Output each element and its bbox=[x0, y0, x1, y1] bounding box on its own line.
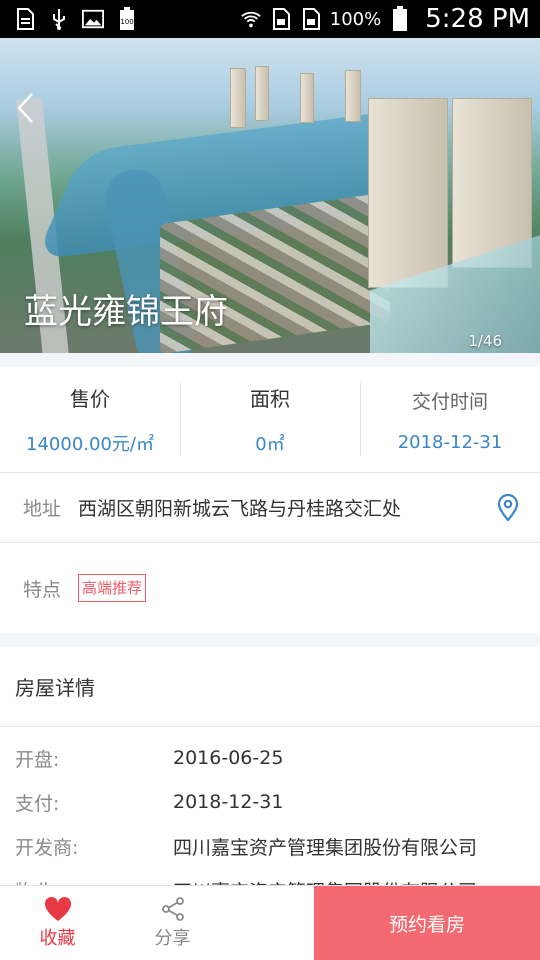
features-label: 特点 bbox=[23, 578, 62, 601]
image-icon bbox=[82, 8, 104, 30]
sim-icon bbox=[270, 8, 292, 30]
share-button[interactable]: 分享 bbox=[115, 886, 230, 960]
detail-row: 支付: 2018-12-31 bbox=[0, 780, 540, 824]
battery-level-text: 100 bbox=[120, 18, 133, 26]
detail-label: 开发商: bbox=[15, 836, 79, 859]
battery-percentage: 100% bbox=[329, 8, 382, 30]
status-bar: 100 100% 5:28 PM bbox=[0, 0, 540, 38]
sim-icon bbox=[300, 8, 322, 30]
key-stats: 售价 14000.00元/㎡ 面积 0㎡ 交付时间 2018-12-31 bbox=[0, 367, 540, 473]
chevron-left-icon bbox=[17, 93, 33, 123]
stat-value: 14000.00元/㎡ bbox=[26, 434, 154, 455]
address-value: 西湖区朝阳新城云飞路与丹桂路交汇处 bbox=[78, 498, 402, 520]
sim-card-icon bbox=[14, 8, 36, 30]
usb-icon bbox=[48, 8, 70, 30]
stat-label: 交付时间 bbox=[411, 390, 488, 413]
favorite-button[interactable]: 收藏 bbox=[0, 886, 115, 960]
detail-label: 支付: bbox=[15, 792, 60, 815]
detail-row: 开发商: 四川嘉宝资产管理集团股份有限公司 bbox=[0, 824, 540, 868]
hero-highrise bbox=[368, 98, 448, 288]
address-row[interactable]: 地址 西湖区朝阳新城云飞路与丹桂路交汇处 bbox=[0, 473, 540, 543]
stat-delivery-date: 交付时间 2018-12-31 bbox=[360, 367, 540, 472]
hero-tower bbox=[300, 73, 314, 123]
address-label: 地址 bbox=[23, 498, 62, 520]
section-divider bbox=[0, 353, 540, 367]
property-hero-image[interactable]: 蓝光雍锦王府 1/46 bbox=[0, 38, 540, 353]
details-title: 房屋详情 bbox=[0, 647, 540, 727]
detail-value: 2018-12-31 bbox=[173, 791, 284, 813]
location-pin-icon[interactable] bbox=[488, 488, 528, 528]
back-button[interactable] bbox=[10, 88, 40, 128]
battery-icon: 100 bbox=[116, 7, 138, 30]
image-counter: 1/46 bbox=[468, 332, 502, 350]
favorite-label: 收藏 bbox=[39, 928, 76, 949]
property-title: 蓝光雍锦王府 bbox=[24, 292, 228, 332]
stat-label: 售价 bbox=[70, 387, 110, 411]
detail-row: 开盘: 2016-06-25 bbox=[0, 736, 540, 780]
feature-tag: 高端推荐 bbox=[78, 574, 147, 602]
stat-value: 0㎡ bbox=[255, 434, 285, 455]
clock: 5:28 PM bbox=[425, 4, 530, 34]
share-label: 分享 bbox=[154, 928, 191, 949]
hero-tower bbox=[345, 70, 361, 122]
section-divider bbox=[0, 633, 540, 647]
bottom-action-bar: 收藏 分享 预约看房 bbox=[0, 885, 540, 960]
features-row: 特点 高端推荐 bbox=[0, 543, 540, 633]
share-icon bbox=[161, 897, 184, 921]
detail-label: 开盘: bbox=[15, 748, 60, 771]
wifi-icon bbox=[240, 8, 262, 30]
stat-price: 售价 14000.00元/㎡ bbox=[0, 367, 180, 472]
detail-value: 2016-06-25 bbox=[173, 747, 284, 769]
hero-tower bbox=[255, 66, 269, 121]
stat-label: 面积 bbox=[250, 387, 290, 411]
battery-icon bbox=[389, 6, 411, 31]
book-viewing-button[interactable]: 预约看房 bbox=[314, 886, 540, 960]
detail-value: 四川嘉宝资产管理集团股份有限公司 bbox=[173, 836, 478, 859]
hero-tower bbox=[230, 68, 246, 128]
stat-value: 2018-12-31 bbox=[397, 431, 503, 453]
heart-icon bbox=[44, 896, 71, 921]
stat-area: 面积 0㎡ bbox=[180, 367, 360, 472]
